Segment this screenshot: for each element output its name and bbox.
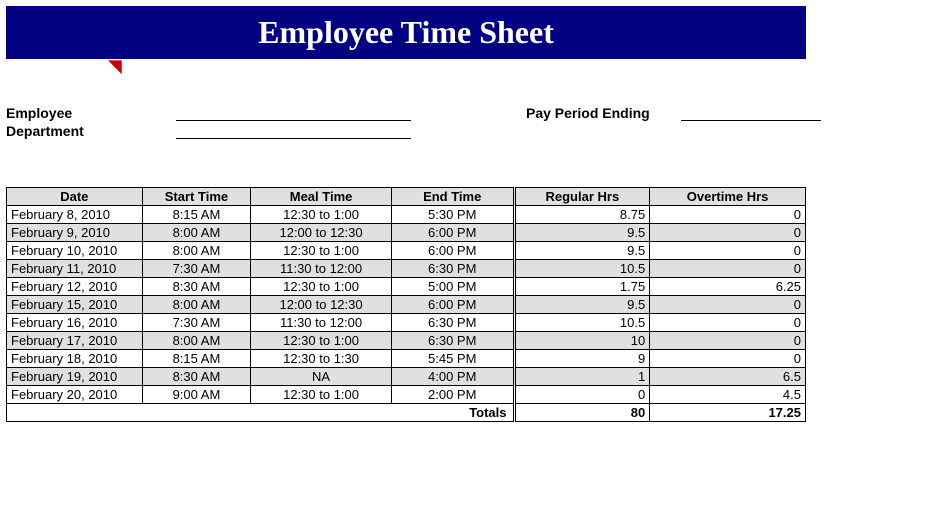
cell-reg[interactable]: 9.5 [514,242,650,260]
table-row: February 12, 20108:30 AM12:30 to 1:005:0… [7,278,806,296]
cell-start[interactable]: 7:30 AM [142,260,251,278]
cell-reg[interactable]: 8.75 [514,206,650,224]
cell-end[interactable]: 6:00 PM [391,296,514,314]
totals-ot: 17.25 [650,404,806,422]
cell-start[interactable]: 8:00 AM [142,242,251,260]
cell-meal[interactable]: 12:30 to 1:30 [251,350,392,368]
department-label: Department [6,123,176,139]
col-reg: Regular Hrs [514,188,650,206]
cell-start[interactable]: 7:30 AM [142,314,251,332]
comment-indicator-icon: ◥ [108,61,939,77]
cell-ot[interactable]: 0 [650,296,806,314]
cell-date[interactable]: February 18, 2010 [7,350,143,368]
cell-date[interactable]: February 12, 2010 [7,278,143,296]
col-date: Date [7,188,143,206]
cell-reg[interactable]: 10 [514,332,650,350]
cell-ot[interactable]: 0 [650,224,806,242]
cell-reg[interactable]: 1.75 [514,278,650,296]
table-row: February 10, 20108:00 AM12:30 to 1:006:0… [7,242,806,260]
table-row: February 9, 20108:00 AM12:00 to 12:306:0… [7,224,806,242]
cell-meal[interactable]: 12:30 to 1:00 [251,206,392,224]
cell-end[interactable]: 2:00 PM [391,386,514,404]
col-meal: Meal Time [251,188,392,206]
cell-start[interactable]: 8:15 AM [142,350,251,368]
meta-section: Employee Pay Period Ending Department [6,105,933,139]
table-row: February 18, 20108:15 AM12:30 to 1:305:4… [7,350,806,368]
cell-meal[interactable]: 12:00 to 12:30 [251,224,392,242]
cell-meal[interactable]: 12:30 to 1:00 [251,386,392,404]
totals-reg: 80 [514,404,650,422]
cell-meal[interactable]: 12:30 to 1:00 [251,332,392,350]
cell-reg[interactable]: 1 [514,368,650,386]
cell-meal[interactable]: 11:30 to 12:00 [251,260,392,278]
cell-date[interactable]: February 15, 2010 [7,296,143,314]
col-ot: Overtime Hrs [650,188,806,206]
cell-reg[interactable]: 10.5 [514,314,650,332]
department-field[interactable] [176,123,411,139]
table-row: February 15, 20108:00 AM12:00 to 12:306:… [7,296,806,314]
cell-start[interactable]: 8:30 AM [142,278,251,296]
cell-reg[interactable]: 9.5 [514,224,650,242]
totals-row: Totals 80 17.25 [7,404,806,422]
cell-date[interactable]: February 17, 2010 [7,332,143,350]
cell-end[interactable]: 5:45 PM [391,350,514,368]
timesheet-table: Date Start Time Meal Time End Time Regul… [6,187,806,422]
cell-start[interactable]: 8:00 AM [142,296,251,314]
cell-date[interactable]: February 19, 2010 [7,368,143,386]
cell-ot[interactable]: 4.5 [650,386,806,404]
cell-ot[interactable]: 6.25 [650,278,806,296]
employee-field[interactable] [176,105,411,121]
cell-end[interactable]: 6:00 PM [391,242,514,260]
cell-ot[interactable]: 0 [650,242,806,260]
cell-start[interactable]: 9:00 AM [142,386,251,404]
cell-start[interactable]: 8:00 AM [142,224,251,242]
table-row: February 11, 20107:30 AM11:30 to 12:006:… [7,260,806,278]
cell-meal[interactable]: 11:30 to 12:00 [251,314,392,332]
cell-start[interactable]: 8:00 AM [142,332,251,350]
cell-date[interactable]: February 11, 2010 [7,260,143,278]
cell-reg[interactable]: 9.5 [514,296,650,314]
cell-ot[interactable]: 0 [650,332,806,350]
cell-end[interactable]: 6:00 PM [391,224,514,242]
cell-meal[interactable]: NA [251,368,392,386]
table-row: February 17, 20108:00 AM12:30 to 1:006:3… [7,332,806,350]
cell-date[interactable]: February 20, 2010 [7,386,143,404]
table-row: February 16, 20107:30 AM11:30 to 12:006:… [7,314,806,332]
table-row: February 20, 20109:00 AM12:30 to 1:002:0… [7,386,806,404]
col-end: End Time [391,188,514,206]
cell-date[interactable]: February 16, 2010 [7,314,143,332]
cell-date[interactable]: February 9, 2010 [7,224,143,242]
cell-ot[interactable]: 0 [650,260,806,278]
cell-start[interactable]: 8:15 AM [142,206,251,224]
cell-reg[interactable]: 9 [514,350,650,368]
table-header-row: Date Start Time Meal Time End Time Regul… [7,188,806,206]
page-title: Employee Time Sheet [6,6,806,59]
col-start: Start Time [142,188,251,206]
cell-ot[interactable]: 0 [650,350,806,368]
cell-end[interactable]: 5:00 PM [391,278,514,296]
cell-ot[interactable]: 0 [650,314,806,332]
cell-end[interactable]: 6:30 PM [391,332,514,350]
cell-start[interactable]: 8:30 AM [142,368,251,386]
pay-period-field[interactable] [681,105,821,121]
cell-end[interactable]: 5:30 PM [391,206,514,224]
cell-meal[interactable]: 12:00 to 12:30 [251,296,392,314]
cell-meal[interactable]: 12:30 to 1:00 [251,242,392,260]
pay-period-label: Pay Period Ending [526,105,681,121]
cell-date[interactable]: February 8, 2010 [7,206,143,224]
employee-label: Employee [6,105,176,121]
cell-end[interactable]: 4:00 PM [391,368,514,386]
table-row: February 19, 20108:30 AMNA4:00 PM16.5 [7,368,806,386]
table-row: February 8, 20108:15 AM12:30 to 1:005:30… [7,206,806,224]
cell-reg[interactable]: 0 [514,386,650,404]
cell-ot[interactable]: 6.5 [650,368,806,386]
cell-end[interactable]: 6:30 PM [391,260,514,278]
cell-reg[interactable]: 10.5 [514,260,650,278]
cell-ot[interactable]: 0 [650,206,806,224]
cell-end[interactable]: 6:30 PM [391,314,514,332]
cell-date[interactable]: February 10, 2010 [7,242,143,260]
totals-label: Totals [391,404,514,422]
cell-meal[interactable]: 12:30 to 1:00 [251,278,392,296]
